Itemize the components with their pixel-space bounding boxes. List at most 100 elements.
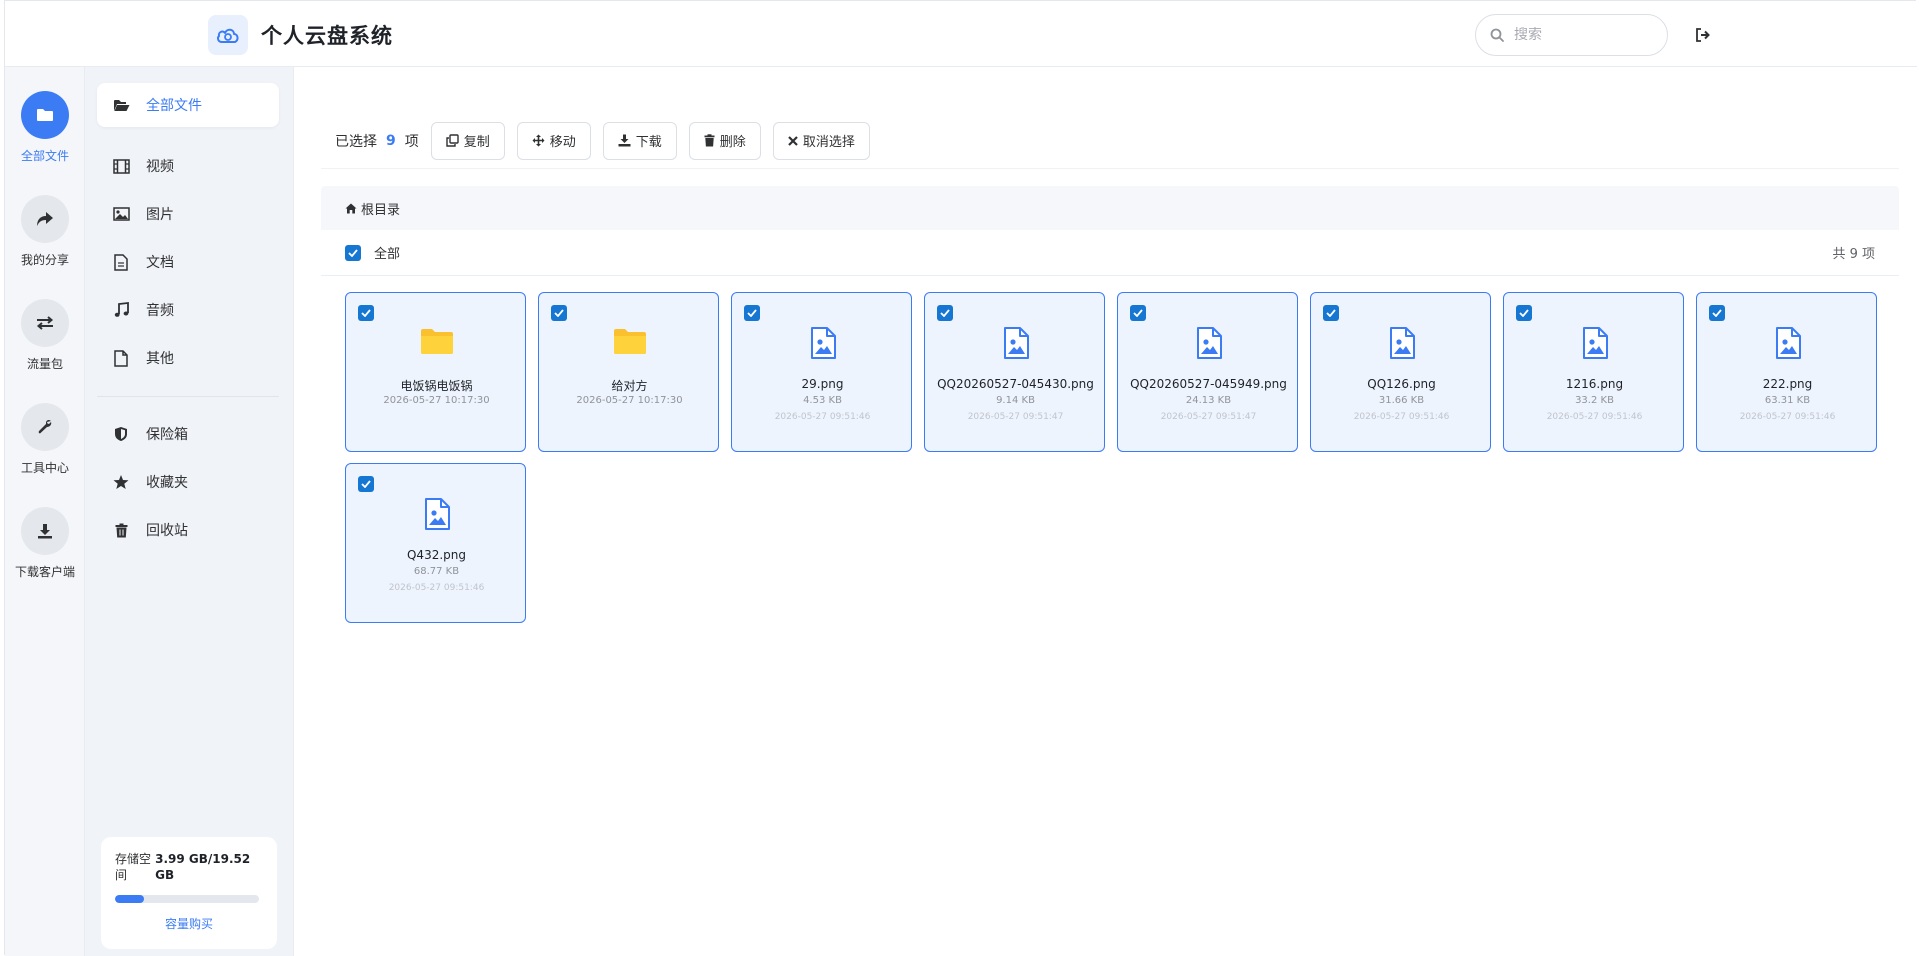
- search-box[interactable]: [1475, 14, 1668, 56]
- file-checkbox[interactable]: [1709, 305, 1725, 321]
- file-date: 2026-05-27 09:51:46: [1353, 412, 1450, 422]
- file-date: 2026-05-27 09:51:46: [388, 583, 485, 593]
- file-name: 29.png: [801, 377, 844, 391]
- download-label: 下载: [635, 135, 662, 150]
- sidebar-item-favorites[interactable]: 收藏夹: [97, 460, 279, 504]
- file-name: Q432.png: [406, 548, 466, 562]
- storage-value: 3.99 GB/19.52 GB: [155, 852, 251, 882]
- file-meta: 33.2 KB: [1575, 395, 1614, 406]
- sidebar-item-all-files[interactable]: 全部文件: [97, 83, 279, 127]
- file-name: QQ20260527-045949.png: [1130, 377, 1287, 391]
- folder-icon: [539, 327, 720, 355]
- shield-icon: [111, 424, 131, 444]
- selection-suffix: 项: [404, 133, 419, 150]
- file-name: QQ126.png: [1367, 377, 1436, 391]
- sidebar-item-label: 回收站: [146, 523, 188, 539]
- file-card[interactable]: QQ126.png 31.66 KB 2026-05-27 09:51:46: [1310, 292, 1491, 452]
- file-checkbox[interactable]: [551, 305, 567, 321]
- rail-item-tool-center[interactable]: 工具中心: [5, 403, 85, 476]
- storage-card: 存储空间 3.99 GB/19.52 GB 容量购买: [101, 837, 277, 949]
- file-name: 给对方: [611, 379, 648, 393]
- file-card[interactable]: 1216.png 33.2 KB 2026-05-27 09:51:46: [1503, 292, 1684, 452]
- file-card[interactable]: Q432.png 68.77 KB 2026-05-27 09:51:46: [345, 463, 526, 623]
- breadcrumb-root[interactable]: 根目录: [361, 199, 400, 218]
- buy-capacity-link[interactable]: 容量购买: [115, 915, 263, 932]
- file-meta: 31.66 KB: [1378, 395, 1425, 406]
- image-file-icon: [1118, 327, 1299, 359]
- download-button[interactable]: 下载: [602, 121, 677, 160]
- image-icon: [111, 204, 131, 224]
- file-card[interactable]: QQ20260527-045430.png 9.14 KB 2026-05-27 0…: [924, 292, 1105, 452]
- selection-summary: 已选择 9 项: [335, 131, 419, 151]
- file-icon: [111, 348, 131, 368]
- rail-item-traffic-pack[interactable]: 流量包: [5, 299, 85, 372]
- folder-icon: [21, 91, 69, 139]
- image-file-icon: [1311, 327, 1492, 359]
- music-icon: [111, 300, 131, 320]
- logout-icon[interactable]: [1693, 25, 1713, 45]
- sidebar-item-label: 图片: [146, 207, 174, 223]
- image-file-icon: [1504, 327, 1685, 359]
- copy-icon: [446, 134, 459, 147]
- left-rail: 全部文件 我的分享 流量包 工具中心 下载客户端: [5, 67, 85, 956]
- folder-open-icon: [111, 95, 131, 115]
- selection-prefix: 已选择: [335, 133, 377, 150]
- sidebar-item-label: 文档: [146, 255, 174, 271]
- film-icon: [111, 156, 131, 176]
- file-checkbox[interactable]: [744, 305, 760, 321]
- file-card[interactable]: 给对方 2026-05-27 10:17:30: [538, 292, 719, 452]
- search-input[interactable]: [1514, 27, 1654, 43]
- sidebar-item-safe-box[interactable]: 保险箱: [97, 412, 279, 456]
- storage-progress-fill: [115, 895, 145, 903]
- file-meta: 9.14 KB: [996, 395, 1035, 406]
- file-checkbox[interactable]: [937, 305, 953, 321]
- rail-item-my-share[interactable]: 我的分享: [5, 195, 85, 268]
- file-checkbox[interactable]: [1130, 305, 1146, 321]
- download-icon: [21, 507, 69, 555]
- sidebar-item-label: 保险箱: [146, 427, 188, 443]
- sidebar-item-label: 其他: [146, 351, 174, 367]
- file-checkbox[interactable]: [358, 305, 374, 321]
- file-date: 2026-05-27 09:51:47: [1160, 412, 1257, 422]
- delete-button[interactable]: 删除: [688, 121, 761, 160]
- rail-label: 工具中心: [20, 461, 69, 475]
- file-name: QQ20260527-045430.png: [937, 377, 1094, 391]
- file-checkbox[interactable]: [358, 476, 374, 492]
- file-date: 2026-05-27 09:51:46: [1546, 412, 1643, 422]
- file-card[interactable]: QQ20260527-045949.png 24.13 KB 2026-05-27 …: [1117, 292, 1298, 452]
- sidebar-item-audio[interactable]: 音频: [97, 288, 279, 332]
- image-file-icon: [732, 327, 913, 359]
- select-all-checkbox[interactable]: [345, 244, 361, 261]
- select-all-row: 全部 共 9 项: [321, 230, 1899, 276]
- file-checkbox[interactable]: [1323, 305, 1339, 321]
- copy-button[interactable]: 复制: [430, 121, 505, 160]
- main-content: 已选择 9 项 复制 移动 下载 删除 取消选择 根目录 全部 共 9 项 电饭…: [294, 67, 1917, 956]
- rail-item-download-client[interactable]: 下载客户端: [5, 507, 85, 580]
- sidebar-item-other[interactable]: 其他: [97, 336, 279, 380]
- sidebar-item-label: 视频: [146, 159, 174, 175]
- sidebar-item-video[interactable]: 视频: [97, 144, 279, 188]
- file-card[interactable]: 222.png 63.31 KB 2026-05-27 09:51:46: [1696, 292, 1877, 452]
- trash-icon: [111, 520, 131, 540]
- sidebar-item-documents[interactable]: 文档: [97, 240, 279, 284]
- file-checkbox[interactable]: [1516, 305, 1532, 321]
- file-card[interactable]: 29.png 4.53 KB 2026-05-27 09:51:46: [731, 292, 912, 452]
- breadcrumb: 根目录: [321, 186, 1899, 230]
- file-card[interactable]: 电饭锅电饭锅 2026-05-27 10:17:30: [345, 292, 526, 452]
- wrench-icon: [21, 403, 69, 451]
- trash-icon: [704, 134, 715, 147]
- cancel-selection-button[interactable]: 取消选择: [772, 121, 870, 160]
- sidebar-item-images[interactable]: 图片: [97, 192, 279, 236]
- top-header: 个人云盘系统: [5, 1, 1917, 67]
- sidebar-item-label: 全部文件: [146, 98, 202, 114]
- rail-item-all-files[interactable]: 全部文件: [5, 91, 85, 164]
- move-button[interactable]: 移动: [516, 121, 591, 160]
- sidebar-item-recycle-bin[interactable]: 回收站: [97, 508, 279, 552]
- document-icon: [111, 252, 131, 272]
- delete-label: 删除: [719, 135, 746, 150]
- rail-label: 全部文件: [20, 149, 69, 163]
- category-sidebar: 全部文件 视频 图片 文档 音频 其他 保险箱 收藏夹 回收站 存储空间 3.9…: [85, 67, 294, 956]
- sidebar-item-label: 音频: [146, 303, 174, 319]
- copy-label: 复制: [463, 135, 490, 150]
- file-name: 电饭锅电饭锅: [400, 379, 473, 393]
